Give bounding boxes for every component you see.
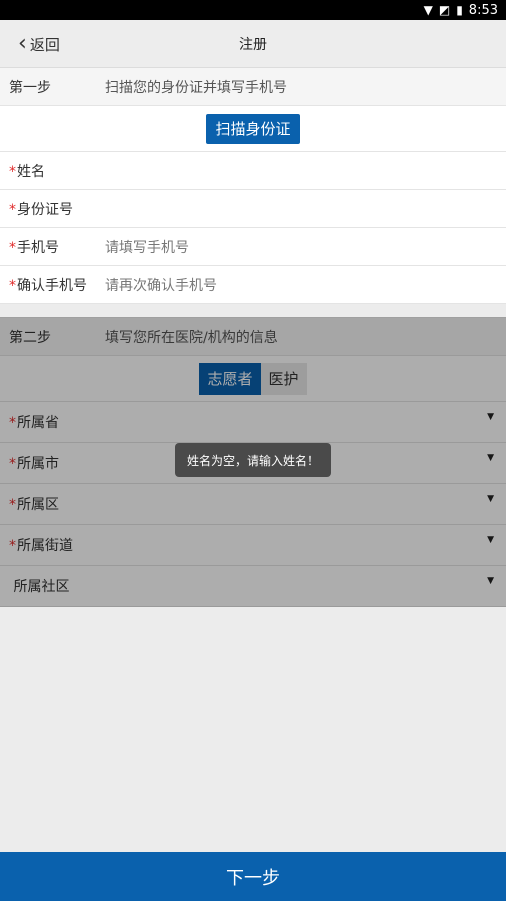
province-label: *所属省 (9, 415, 59, 431)
top-bar: ‹ 返回 注册 (0, 20, 506, 68)
confirm-phone-label: *确认手机号 (9, 277, 87, 294)
dropdown-caret-icon: ▼ (487, 412, 494, 422)
step1-label: 第一步 (9, 79, 51, 96)
step2-header: 第二步 填写您所在医院/机构的信息 (0, 318, 506, 356)
street-label: *所属街道 (9, 538, 73, 554)
id-number-field[interactable]: *身份证号 (0, 190, 506, 228)
name-label: *姓名 (9, 163, 45, 180)
back-label: 返回 (29, 35, 60, 54)
scan-row: 扫描身份证 (0, 106, 506, 152)
page-title: 注册 (239, 36, 267, 53)
dropdown-caret-icon: ▼ (487, 453, 494, 463)
dropdown-caret-icon: ▼ (487, 494, 494, 504)
wifi-icon: ▼ (423, 3, 433, 17)
segment-medical[interactable]: 医护 (260, 362, 307, 395)
register-form: 第一步 扫描您的身份证并填写手机号 扫描身份证 *姓名 *身份证号 *手机号 请… (0, 68, 506, 607)
status-bar: ▼ ◩ ▮ 8:53 (0, 0, 506, 20)
step1-hint: 扫描您的身份证并填写手机号 (105, 79, 287, 96)
province-select[interactable]: *所属省 ▼ (0, 402, 506, 443)
phone-label: *手机号 (9, 239, 59, 256)
phone-field[interactable]: *手机号 请填写手机号 (0, 228, 506, 266)
community-label: 所属社区 (13, 579, 70, 595)
community-select[interactable]: 所属社区 ▼ (0, 566, 506, 607)
required-mark: * (9, 538, 16, 554)
role-segmented-control: 志愿者 医护 (199, 362, 307, 395)
scan-id-button[interactable]: 扫描身份证 (206, 113, 300, 144)
required-mark: * (9, 415, 16, 431)
required-mark: * (9, 456, 16, 472)
segment-volunteer[interactable]: 志愿者 (199, 362, 261, 395)
next-step-button[interactable]: 下一步 (0, 852, 506, 901)
phone-input[interactable]: 请填写手机号 (105, 237, 189, 257)
required-mark: * (9, 163, 16, 180)
confirm-phone-input[interactable]: 请再次确认手机号 (105, 275, 217, 295)
section-gap (0, 304, 506, 318)
name-field[interactable]: *姓名 (0, 152, 506, 190)
confirm-phone-field[interactable]: *确认手机号 请再次确认手机号 (0, 266, 506, 304)
chevron-left-icon: ‹ (18, 31, 27, 56)
required-mark: * (9, 277, 16, 294)
battery-icon: ▮ (456, 3, 463, 17)
district-select[interactable]: *所属区 ▼ (0, 484, 506, 525)
step1-header: 第一步 扫描您的身份证并填写手机号 (0, 68, 506, 106)
required-mark: * (9, 497, 16, 513)
required-mark: * (9, 239, 16, 256)
dropdown-caret-icon: ▼ (487, 576, 494, 586)
city-label: *所属市 (9, 456, 59, 472)
toast-message: 姓名为空，请输入姓名！ (175, 443, 331, 477)
step2-hint: 填写您所在医院/机构的信息 (105, 329, 278, 346)
district-label: *所属区 (9, 497, 59, 513)
dropdown-caret-icon: ▼ (487, 535, 494, 545)
role-segment-row: 志愿者 医护 (0, 356, 506, 402)
status-time: 8:53 (468, 2, 498, 18)
id-number-label: *身份证号 (9, 201, 73, 218)
required-mark: * (9, 201, 16, 218)
back-button[interactable]: ‹ 返回 (18, 20, 60, 68)
step2-label: 第二步 (9, 329, 51, 346)
street-select[interactable]: *所属街道 ▼ (0, 525, 506, 566)
no-signal-icon: ◩ (438, 3, 451, 17)
